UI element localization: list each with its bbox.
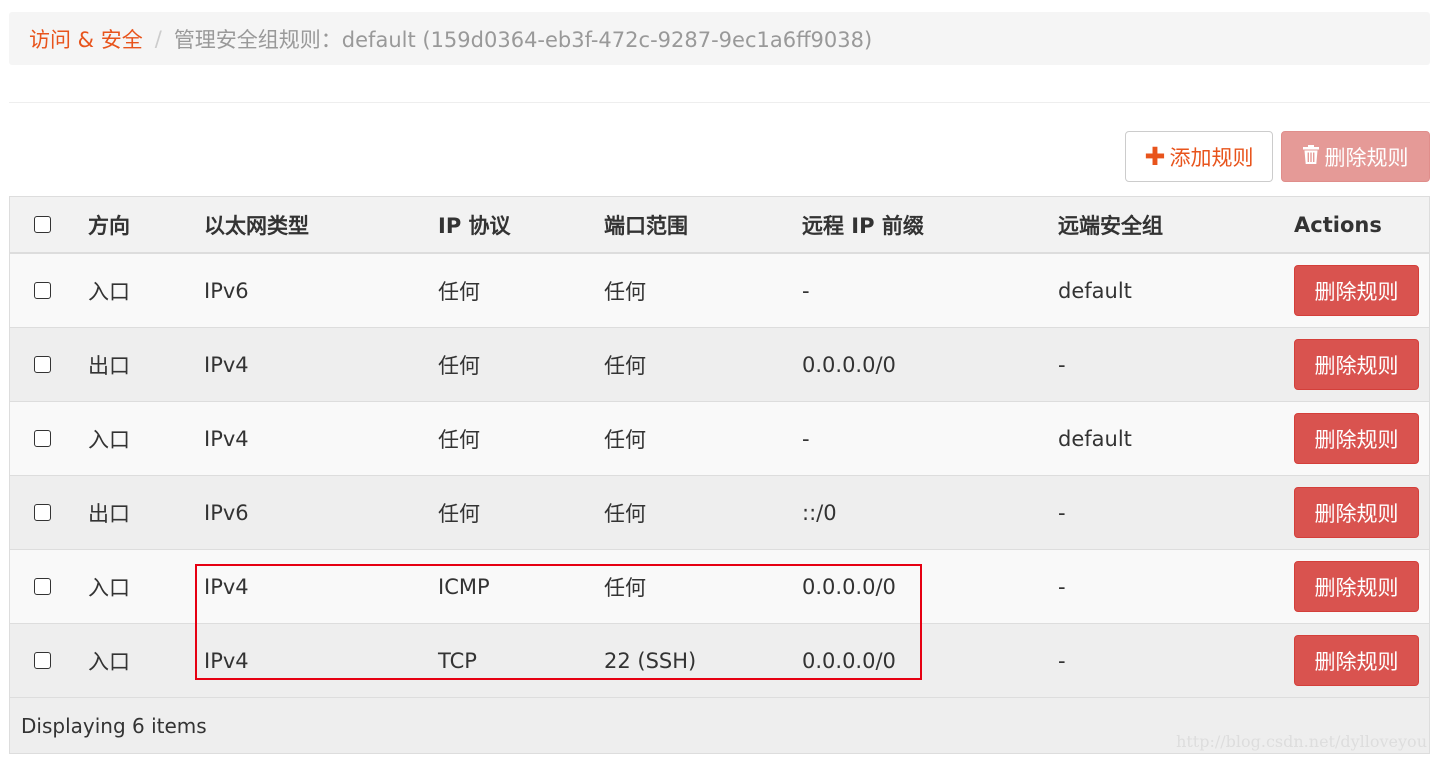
add-rule-button[interactable]: ✚ 添加规则 xyxy=(1125,131,1273,182)
cell-ethertype: IPv6 xyxy=(204,500,249,525)
header-ip-protocol[interactable]: IP 协议 xyxy=(438,197,511,252)
delete-rule-button[interactable]: 删除规则 xyxy=(1294,413,1419,464)
item-count: Displaying 6 items xyxy=(21,713,207,738)
table-row: 出口 IPv4 任何 任何 0.0.0.0/0 - 删除规则 xyxy=(10,328,1429,402)
row-checkbox-cell xyxy=(34,328,51,401)
table-row: 出口 IPv6 任何 任何 ::/0 - 删除规则 xyxy=(10,476,1429,550)
breadcrumb-link-access-security[interactable]: 访问 & 安全 xyxy=(29,24,143,54)
delete-rule-button[interactable]: 删除规则 xyxy=(1294,635,1419,686)
header-ethertype[interactable]: 以太网类型 xyxy=(204,197,309,252)
table-row: 入口 IPv4 任何 任何 - default 删除规则 xyxy=(10,402,1429,476)
row-checkbox-cell xyxy=(34,476,51,549)
cell-remote-ip-prefix: 0.0.0.0/0 xyxy=(802,574,896,599)
watermark: http://blog.csdn.net/dylloveyou xyxy=(1176,732,1427,751)
breadcrumb: 访问 & 安全 / 管理安全组规则：default (159d0364-eb3f… xyxy=(9,12,1430,65)
cell-direction: 入口 xyxy=(88,279,130,304)
cell-remote-security-group: default xyxy=(1058,426,1132,451)
cell-direction: 出口 xyxy=(88,353,130,378)
delete-rule-button[interactable]: 删除规则 xyxy=(1294,265,1419,316)
cell-actions: 删除规则 xyxy=(1294,624,1419,697)
plus-icon: ✚ xyxy=(1144,142,1166,171)
row-checkbox-cell xyxy=(34,254,51,327)
header-remote-ip-prefix[interactable]: 远程 IP 前缀 xyxy=(802,197,924,252)
cell-actions: 删除规则 xyxy=(1294,254,1419,327)
page-divider xyxy=(9,102,1430,103)
cell-direction: 入口 xyxy=(88,649,130,674)
header-direction[interactable]: 方向 xyxy=(88,197,130,252)
cell-remote-security-group: - xyxy=(1058,352,1066,377)
row-checkbox-cell xyxy=(34,402,51,475)
cell-port-range: 22 (SSH) xyxy=(604,648,697,673)
cell-ip-protocol: 任何 xyxy=(438,353,480,378)
cell-remote-ip-prefix: - xyxy=(802,426,810,451)
cell-ip-protocol: 任何 xyxy=(438,427,480,452)
cell-port-range: 任何 xyxy=(604,353,646,378)
cell-direction: 出口 xyxy=(88,501,130,526)
cell-remote-security-group: - xyxy=(1058,574,1066,599)
header-port-range[interactable]: 端口范围 xyxy=(604,197,688,252)
cell-ip-protocol: TCP xyxy=(438,648,477,673)
cell-port-range: 任何 xyxy=(604,279,646,304)
select-all-checkbox[interactable] xyxy=(34,216,51,233)
cell-ethertype: IPv4 xyxy=(204,648,249,673)
breadcrumb-separator: / xyxy=(154,26,162,51)
cell-actions: 删除规则 xyxy=(1294,550,1419,623)
trash-icon xyxy=(1302,144,1319,169)
security-group-rules-table: 方向 以太网类型 IP 协议 端口范围 远程 IP 前缀 远端安全组 Actio… xyxy=(9,196,1430,754)
cell-remote-ip-prefix: 0.0.0.0/0 xyxy=(802,352,896,377)
row-checkbox[interactable] xyxy=(34,504,51,521)
cell-ip-protocol: 任何 xyxy=(438,501,480,526)
row-checkbox-cell xyxy=(34,624,51,697)
delete-rule-button[interactable]: 删除规则 xyxy=(1294,339,1419,390)
cell-ip-protocol: ICMP xyxy=(438,574,490,599)
cell-remote-ip-prefix: 0.0.0.0/0 xyxy=(802,648,896,673)
delete-rules-button[interactable]: 删除规则 xyxy=(1281,131,1430,182)
cell-ethertype: IPv4 xyxy=(204,574,249,599)
delete-rules-label: 删除规则 xyxy=(1324,145,1409,170)
delete-rule-button[interactable]: 删除规则 xyxy=(1294,487,1419,538)
table-row: 入口 IPv4 ICMP 任何 0.0.0.0/0 - 删除规则 xyxy=(10,550,1429,624)
row-checkbox[interactable] xyxy=(34,356,51,373)
cell-actions: 删除规则 xyxy=(1294,476,1419,549)
add-rule-label: 添加规则 xyxy=(1169,145,1254,170)
cell-remote-security-group: - xyxy=(1058,500,1066,525)
table-row: 入口 IPv6 任何 任何 - default 删除规则 xyxy=(10,254,1429,328)
breadcrumb-current-page: 管理安全组规则：default (159d0364-eb3f-472c-9287… xyxy=(173,27,873,52)
row-checkbox[interactable] xyxy=(34,578,51,595)
cell-direction: 入口 xyxy=(88,575,130,600)
cell-ethertype: IPv4 xyxy=(204,426,249,451)
row-checkbox[interactable] xyxy=(34,282,51,299)
header-remote-security-group[interactable]: 远端安全组 xyxy=(1058,197,1163,252)
row-checkbox[interactable] xyxy=(34,652,51,669)
cell-port-range: 任何 xyxy=(604,575,646,600)
cell-port-range: 任何 xyxy=(604,501,646,526)
cell-remote-security-group: - xyxy=(1058,648,1066,673)
cell-remote-security-group: default xyxy=(1058,278,1132,303)
delete-rule-button[interactable]: 删除规则 xyxy=(1294,561,1419,612)
cell-actions: 删除规则 xyxy=(1294,328,1419,401)
cell-ip-protocol: 任何 xyxy=(438,279,480,304)
row-checkbox[interactable] xyxy=(34,430,51,447)
header-actions: Actions xyxy=(1294,212,1382,237)
cell-remote-ip-prefix: - xyxy=(802,278,810,303)
cell-actions: 删除规则 xyxy=(1294,402,1419,475)
row-checkbox-cell xyxy=(34,550,51,623)
cell-ethertype: IPv4 xyxy=(204,352,249,377)
cell-ethertype: IPv6 xyxy=(204,278,249,303)
cell-port-range: 任何 xyxy=(604,427,646,452)
cell-remote-ip-prefix: ::/0 xyxy=(802,500,837,525)
table-header: 方向 以太网类型 IP 协议 端口范围 远程 IP 前缀 远端安全组 Actio… xyxy=(10,197,1429,254)
cell-direction: 入口 xyxy=(88,427,130,452)
select-all-cell xyxy=(34,197,51,252)
table-row: 入口 IPv4 TCP 22 (SSH) 0.0.0.0/0 - 删除规则 xyxy=(10,624,1429,698)
